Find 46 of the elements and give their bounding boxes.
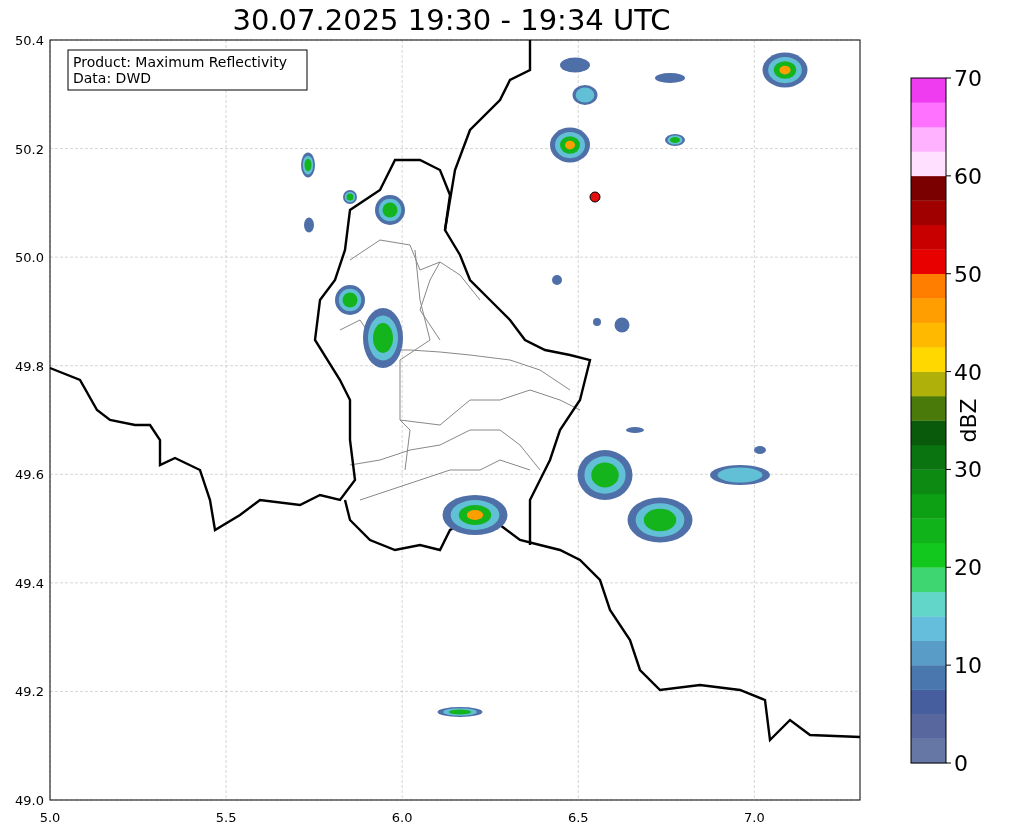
- x-tick-label: 6.5: [567, 810, 589, 825]
- colorbar-tick-label: 60: [954, 163, 982, 189]
- x-tick-label: 5.0: [39, 810, 61, 825]
- radar-echo: [560, 57, 590, 73]
- colorbar-tick-label: 0: [954, 751, 968, 776]
- radar-echo: [614, 317, 630, 333]
- radar-echo: [754, 446, 766, 454]
- radar-echo: [710, 465, 770, 485]
- location-marker: [589, 191, 601, 203]
- y-tick-label: 50.4: [15, 33, 44, 48]
- colorbar-tick-label: 10: [954, 653, 982, 679]
- y-tick-label: 49.4: [15, 575, 44, 591]
- y-tick-label: 49.0: [15, 793, 44, 808]
- chart-title: 30.07.2025 19:30 - 19:34 UTC: [231, 2, 672, 39]
- y-tick-label: 50.2: [15, 141, 44, 157]
- radar-echo: [550, 127, 590, 163]
- legend-text: Data: DWD: [73, 70, 151, 86]
- colorbar-tick-label: 50: [954, 261, 982, 287]
- radar-echo: [577, 450, 633, 500]
- radar-echo: [304, 217, 314, 233]
- x-tick-label: 5.5: [215, 810, 237, 825]
- radar-echo: [627, 497, 693, 543]
- colorbar-tick-label: 40: [954, 359, 982, 385]
- x-tick-label: 6.0: [391, 810, 413, 825]
- colorbar-tick-label: 70: [954, 66, 982, 91]
- radar-echo: [593, 318, 601, 326]
- radar-echo: [552, 275, 562, 285]
- radar-echo: [626, 427, 644, 433]
- legend-text: Product: Maximum Reflectivity: [73, 54, 287, 70]
- colorbar-tick-label: 30: [954, 457, 982, 483]
- radar-echo: [655, 73, 685, 83]
- radar-echo: [442, 495, 508, 535]
- radar-echo: [762, 52, 808, 88]
- radar-echo: [437, 707, 483, 717]
- y-tick-label: 49.2: [15, 684, 44, 700]
- radar-echo: [375, 195, 405, 225]
- radar-echo: [301, 152, 315, 178]
- y-tick-label: 49.8: [15, 358, 44, 374]
- colorbar-label: dBZ: [956, 398, 981, 443]
- y-tick-label: 50.0: [15, 250, 44, 266]
- radar-echo: [572, 85, 598, 105]
- radar-echo: [665, 134, 685, 146]
- radar-echo: [343, 190, 357, 204]
- y-tick-label: 49.6: [15, 467, 44, 483]
- colorbar-tick-label: 20: [954, 555, 982, 581]
- x-tick-label: 7.0: [744, 810, 765, 825]
